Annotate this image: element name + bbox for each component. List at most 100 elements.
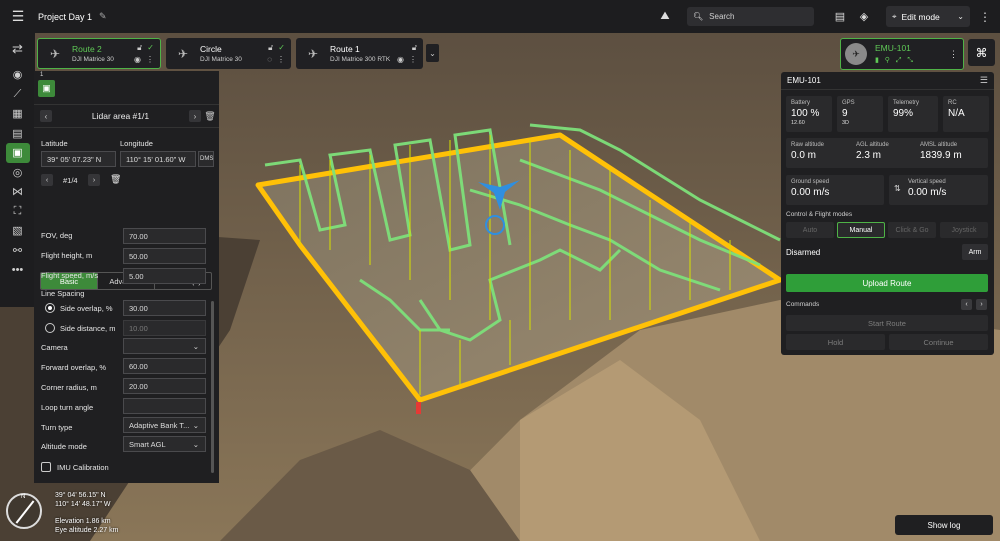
route-card-circle[interactable]: ✈ Circle DJI Matrice 30 🔓︎ ✓ ◌ ⋮ <box>166 38 291 69</box>
survey-icon[interactable]: ▦ <box>6 104 30 124</box>
terrain-icon[interactable]: ⛰ <box>653 5 677 29</box>
photo-pin-icon[interactable]: ⛶ <box>6 202 30 222</box>
compass-needle <box>15 500 35 524</box>
chevron-right-icon[interactable]: › <box>88 174 100 186</box>
rc-label: RC <box>948 100 957 106</box>
upload-route-button[interactable]: Upload Route <box>786 274 988 292</box>
format-button[interactable]: DMS <box>198 151 214 167</box>
kebab-icon[interactable]: ⋮ <box>146 55 154 64</box>
link-icon[interactable]: ⚯ <box>6 241 30 261</box>
panel-tab-number[interactable]: 1 <box>40 72 43 78</box>
layers-icon[interactable]: ◈ <box>852 5 876 29</box>
route-card-route-1[interactable]: ✈ Route 1 DJI Matrice 300 RTK 🔓︎ ◉ ⋮ <box>296 38 423 69</box>
lidar-area-icon[interactable]: ▣ <box>5 143 30 163</box>
edit-mode-dropdown[interactable]: ⌖ Edit mode ⌄ <box>886 6 970 27</box>
document-icon[interactable]: ▤ <box>828 5 852 29</box>
flight-height-input[interactable]: 50.00 <box>123 248 206 264</box>
amsl-altitude-stat: AMSL altitude 1839.9 m <box>915 138 985 165</box>
unlock-icon[interactable]: 🔓︎ <box>268 43 273 53</box>
unlock-icon[interactable]: 🔓︎ <box>412 43 417 53</box>
media-icon[interactable]: ▧ <box>6 221 30 241</box>
start-route-button[interactable]: Start Route <box>786 315 988 331</box>
kebab-icon[interactable]: ⋮ <box>949 49 958 60</box>
chevron-left-icon[interactable]: ‹ <box>41 174 53 186</box>
compass-icon[interactable]: N <box>6 493 42 529</box>
line-spacing-label: Line Spacing <box>41 289 85 298</box>
show-log-button[interactable]: Show log <box>895 515 993 535</box>
circle-icon[interactable]: ◎ <box>6 163 30 183</box>
latitude-input[interactable]: 39° 05' 07.23" N <box>41 151 116 167</box>
chevron-right-icon[interactable]: › <box>189 110 201 122</box>
more-tools-icon[interactable]: ••• <box>6 260 30 280</box>
kebab-icon[interactable]: ⋮ <box>277 55 285 64</box>
panel-scrollbar[interactable] <box>211 301 214 473</box>
loop-turn-angle-input[interactable] <box>123 398 206 414</box>
chevron-down-icon: ⌄ <box>192 341 199 351</box>
raw-altitude-stat: Raw altitude 0.0 m <box>786 138 846 165</box>
arm-button[interactable]: Arm <box>962 244 988 260</box>
chevron-right-icon[interactable]: › <box>976 299 987 310</box>
project-title[interactable]: Project Day 1 <box>38 12 92 22</box>
polyline-icon[interactable]: ⟋ <box>6 85 30 105</box>
eye-altitude-readout: Eye altitude 2.27 km <box>55 527 119 534</box>
more-options-icon[interactable]: ⋮ <box>970 10 1000 24</box>
imu-calibration-checkbox[interactable] <box>41 462 51 472</box>
fov-input[interactable]: 70.00 <box>123 228 206 244</box>
pencil-icon[interactable]: ✎ <box>99 11 107 22</box>
trash-icon[interactable]: 🗑︎ <box>110 174 121 185</box>
loop-turn-angle-label: Loop turn angle <box>41 403 94 412</box>
edit-mode-label: Edit mode <box>901 11 940 22</box>
list-icon[interactable]: ☰ <box>980 75 988 86</box>
forward-overlap-input[interactable]: 60.00 <box>123 358 206 374</box>
search-box[interactable]: 🔍︎ Search <box>687 7 814 26</box>
continue-button[interactable]: Continue <box>889 334 988 350</box>
cursor-longitude: 110° 14' 48.17" W <box>55 501 111 508</box>
side-distance-input[interactable]: 10.00 <box>123 320 206 336</box>
altitude-mode-select[interactable]: Smart AGL ⌄ <box>123 436 206 452</box>
corridor-icon[interactable]: ⋈ <box>6 182 30 202</box>
hold-button[interactable]: Hold <box>786 334 885 350</box>
kebab-icon[interactable]: ⋮ <box>409 55 417 64</box>
turn-type-select[interactable]: Adaptive Bank T... ⌄ <box>123 417 206 433</box>
corner-radius-input[interactable]: 20.00 <box>123 378 206 394</box>
chevron-left-icon[interactable]: ‹ <box>961 299 972 310</box>
commands-label: Commands <box>786 301 820 308</box>
side-overlap-radio[interactable] <box>45 303 55 313</box>
cursor-latitude: 39° 04' 56.15" N <box>55 492 106 499</box>
eye-icon[interactable]: ◉ <box>134 55 141 64</box>
drone-icon: ✈ <box>845 43 867 65</box>
elevation-readout: Elevation 1.86 km <box>55 518 111 525</box>
search-input[interactable]: Search <box>709 12 734 21</box>
mode-manual-button[interactable]: Manual <box>837 222 885 238</box>
add-drone-icon[interactable]: ⌘ <box>968 39 995 66</box>
camera-label: Camera <box>41 343 68 352</box>
route-tool-icon[interactable]: ⇄ <box>6 33 30 65</box>
chevron-left-icon[interactable]: ‹ <box>40 110 52 122</box>
mode-click-go-button[interactable]: Click & Go <box>888 222 936 238</box>
left-toolbar: ⇄ ◉ ⟋ ▦ ▤ ▣ ◎ ⋈ ⛶ ▧ ⚯ ••• <box>0 33 35 307</box>
route-name: Circle <box>200 44 222 54</box>
waypoint-icon[interactable]: ◉ <box>6 65 30 85</box>
side-distance-radio[interactable] <box>45 323 55 333</box>
modes-label: Control & Flight modes <box>786 211 853 218</box>
hamburger-menu-icon[interactable]: ☰ <box>0 0 36 33</box>
routes-expand-button[interactable]: ⌄ <box>426 44 439 62</box>
drone-card-emu-101[interactable]: ✈ EMU-101 ▮ ⚲ ⤢ ⤡ ⋮ <box>840 38 964 70</box>
eye-icon[interactable]: ◉ <box>397 55 404 64</box>
trash-icon[interactable]: 🗑︎ <box>201 111 219 122</box>
eye-off-icon[interactable]: ◌ <box>267 55 272 64</box>
camera-select[interactable]: ⌄ <box>123 338 206 354</box>
side-overlap-label: Side overlap, % <box>60 304 113 313</box>
facade-icon[interactable]: ▤ <box>6 124 30 144</box>
forward-overlap-label: Forward overlap, % <box>41 363 107 372</box>
area-name: Lidar area #1/1 <box>91 111 150 121</box>
mode-auto-button[interactable]: Auto <box>786 222 834 238</box>
gps-fix: 3D <box>842 120 850 126</box>
unlock-icon[interactable]: 🔓︎ <box>137 43 142 53</box>
longitude-input[interactable]: 110° 15' 01.60" W <box>120 151 196 167</box>
telemetry-stat: Telemetry 99% <box>888 96 938 132</box>
route-card-route-2[interactable]: ✈ Route 2 DJI Matrice 30 🔓︎ ✓ ◉ ⋮ <box>37 38 161 69</box>
side-overlap-input[interactable]: 30.00 <box>123 300 206 316</box>
flight-speed-input[interactable]: 5.00 <box>123 268 206 284</box>
mode-joystick-button[interactable]: Joystick <box>940 222 988 238</box>
